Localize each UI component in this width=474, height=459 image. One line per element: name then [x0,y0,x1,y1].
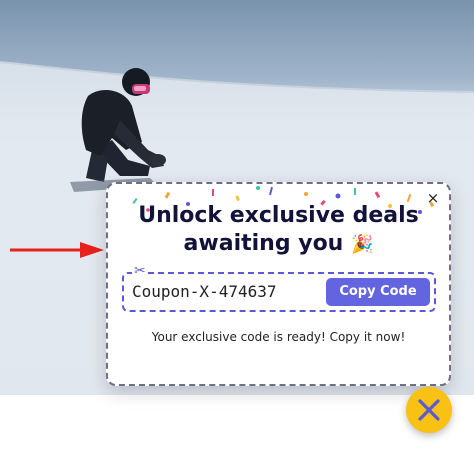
arrow-right-icon [10,242,104,258]
popup-title-line2: awaiting you [183,231,344,256]
popup-message: Your exclusive code is ready! Copy it no… [151,330,406,344]
popup-title: Unlock exclusive deals awaiting you 🎉 [108,202,449,259]
coupon-code-box: ✂ Coupon-X-474637 Copy Code [122,263,436,312]
scissors-icon: ✂ [132,263,148,279]
party-popper-icon: 🎉 [351,234,374,255]
page-footer-area [0,395,474,459]
popup-title-line2-wrap: awaiting you 🎉 [108,230,449,259]
popup-title-line1: Unlock exclusive deals [138,203,419,228]
close-icon [418,399,440,421]
copy-code-button[interactable]: Copy Code [326,278,430,306]
coupon-popup: × Unlock exclusive deals awaiting you 🎉 … [106,182,451,386]
floating-close-button[interactable] [406,387,452,433]
page: × Unlock exclusive deals awaiting you 🎉 … [0,0,474,459]
coupon-code-text[interactable]: Coupon-X-474637 [132,282,277,302]
